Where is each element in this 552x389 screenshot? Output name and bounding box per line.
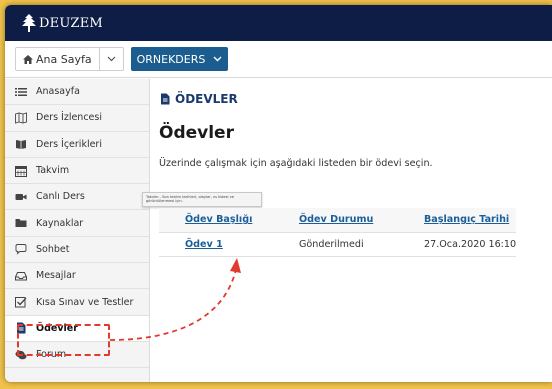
book-icon xyxy=(16,140,26,150)
sidebar-item-label: Ders İzlencesi xyxy=(36,112,102,124)
checkbox-icon xyxy=(15,297,27,308)
course-dropdown[interactable]: ORNEKDERS xyxy=(130,47,229,71)
assignments-table: Ödev Başlığı Ödev Durumu Başlangıç Tarih… xyxy=(159,208,517,257)
home-label: Ana Sayfa xyxy=(36,52,92,66)
table-header-empty xyxy=(159,208,182,233)
assignment-title-cell: Ödev 1 xyxy=(182,232,299,257)
chevron-down-icon xyxy=(107,56,116,62)
sidebar-item-label: Ders İçerikleri xyxy=(36,138,102,150)
assignment-start-date: 27.Oca.2020 16:10 xyxy=(424,232,517,257)
column-header-status[interactable]: Ödev Durumu xyxy=(299,208,424,233)
chat-icon xyxy=(15,244,27,256)
home-icon xyxy=(23,54,33,64)
map-icon xyxy=(15,112,27,124)
tree-logo-icon[interactable] xyxy=(21,13,37,33)
assignment-link[interactable]: Ödev 1 xyxy=(185,239,223,250)
video-icon xyxy=(15,193,27,200)
section-title-text: ÖDEVLER xyxy=(175,92,238,106)
column-header-start-date[interactable]: Başlangıç Tarihi xyxy=(424,208,517,233)
logo-text[interactable]: DEUZEM xyxy=(39,16,103,31)
browser-window: DEUZEM Ana Sayfa ORNEKDERS Anasayfa Ders… xyxy=(5,5,552,382)
folder-icon xyxy=(15,219,27,228)
course-navbar: Ana Sayfa ORNEKDERS xyxy=(5,41,552,78)
sidebar-item-ders-icerikleri[interactable]: Ders İçerikleri xyxy=(5,132,149,158)
sidebar-item-canli-ders[interactable]: Canlı Ders xyxy=(5,184,149,211)
sidebar-item-label: Takvim xyxy=(36,165,70,177)
instruction-text: Üzerinde çalışmak için aşağıdaki listede… xyxy=(159,158,433,169)
course-label: ORNEKDERS xyxy=(136,52,206,66)
list-icon xyxy=(15,87,27,96)
sidebar-item-kaynaklar[interactable]: Kaynaklar xyxy=(5,210,149,237)
home-dropdown[interactable]: Ana Sayfa xyxy=(15,47,124,71)
sidebar-item-ders-izlencesi[interactable]: Ders İzlencesi xyxy=(5,105,149,132)
sidebar-item-sohbet[interactable]: Sohbet xyxy=(5,237,149,264)
assignment-status: Gönderilmedi xyxy=(299,232,424,257)
tooltip: Takvim - Son teslim tarihleri, olaylar, … xyxy=(142,192,262,207)
sidebar-item-anasayfa[interactable]: Anasayfa xyxy=(5,79,149,106)
sidebar-item-mesajlar[interactable]: Mesajlar xyxy=(5,263,149,290)
annotation-highlight-box xyxy=(17,324,110,356)
column-header-title[interactable]: Ödev Başlığı xyxy=(182,208,299,233)
table-row: Ödev 1 Gönderilmedi 27.Oca.2020 16:10 xyxy=(159,232,517,257)
top-header: DEUZEM xyxy=(5,5,552,41)
chevron-down-icon xyxy=(213,56,222,62)
sidebar-item-takvim[interactable]: Takvim xyxy=(5,158,149,185)
inbox-icon xyxy=(15,271,27,281)
calendar-icon xyxy=(15,165,27,177)
sidebar-item-label: Canlı Ders xyxy=(36,191,85,203)
sidebar-item-label: Kısa Sınav ve Testler xyxy=(36,296,134,308)
sidebar-item-label: Mesajlar xyxy=(36,270,76,282)
sidebar-item-label: Anasayfa xyxy=(36,86,80,98)
sidebar-item-kisa-sinav[interactable]: Kısa Sınav ve Testler xyxy=(5,289,149,316)
sidebar-item-label: Kaynaklar xyxy=(36,217,84,229)
main-content: ÖDEVLER Ödevler Üzerinde çalışmak için a… xyxy=(142,79,552,382)
section-title: ÖDEVLER xyxy=(160,92,238,106)
table-header-row: Ödev Başlığı Ödev Durumu Başlangıç Tarih… xyxy=(159,208,517,233)
file-icon xyxy=(161,93,170,105)
sidebar-item-label: Sohbet xyxy=(36,243,70,255)
row-empty-cell xyxy=(159,232,182,257)
page-title: Ödevler xyxy=(159,123,234,143)
